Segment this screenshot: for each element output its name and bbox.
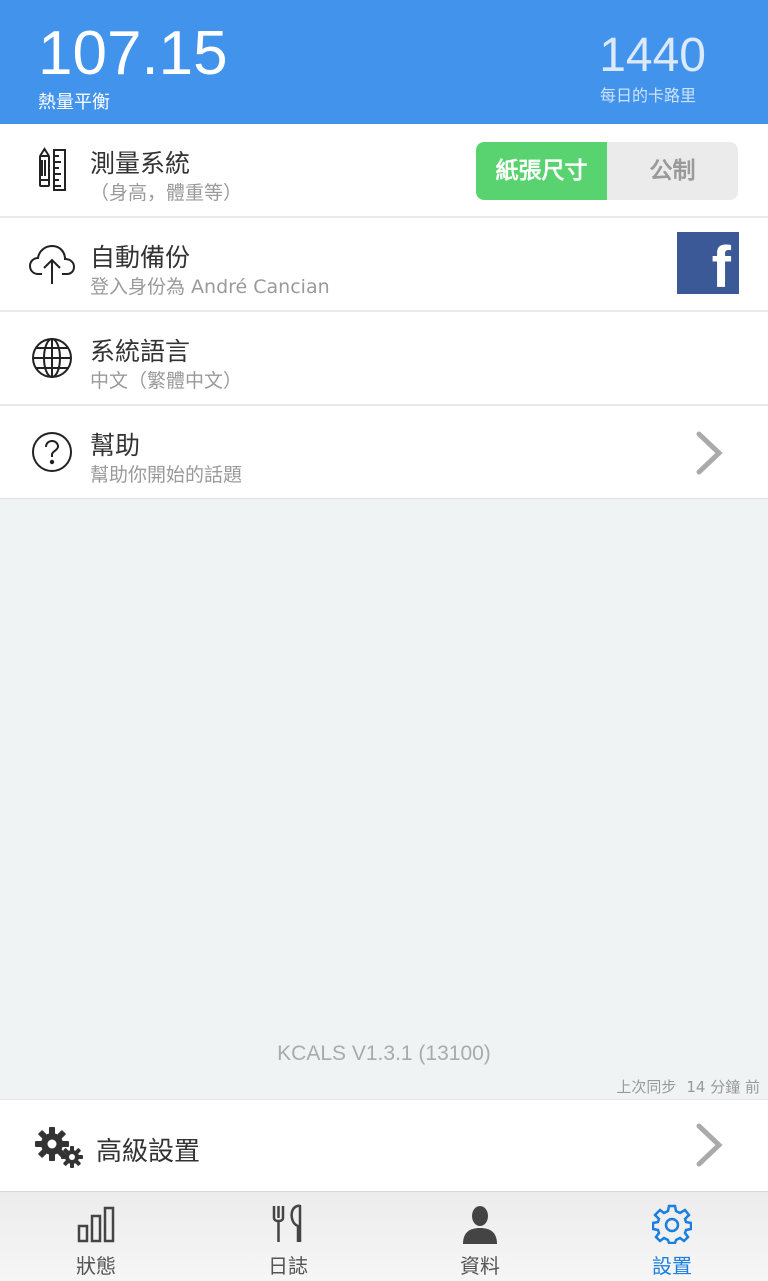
ruler-pencil-icon xyxy=(39,147,66,191)
measurement-system-row: 測量系統 （身高，體重等） 紙張尺寸 公制 xyxy=(0,124,768,218)
cloud-upload-icon xyxy=(28,244,76,284)
chevron-right-icon xyxy=(696,1123,723,1167)
utensils-icon xyxy=(272,1204,302,1242)
globe-icon xyxy=(32,338,72,378)
question-circle-icon xyxy=(32,432,72,472)
language-subtitle: 中文（繁體中文） xyxy=(90,370,243,392)
person-icon xyxy=(463,1206,497,1244)
auto-backup-title: 自動備份 xyxy=(90,243,191,272)
bottom-navigation: 狀態 日誌 資料 設置 xyxy=(0,1191,768,1281)
app-version: KCALS V1.3.1 (13100) xyxy=(277,1042,491,1065)
summary-header: 107.15 熱量平衡 1440 每日的卡路里 xyxy=(0,0,768,124)
measurement-system-subtitle: （身高，體重等） xyxy=(90,182,243,204)
unit-system-toggle[interactable]: 紙張尺寸 公制 xyxy=(476,142,738,200)
facebook-icon: f xyxy=(711,235,731,294)
last-sync-time: 14 分鐘 前 xyxy=(686,1078,760,1096)
help-title: 幫助 xyxy=(90,431,141,460)
chevron-right-icon xyxy=(696,431,723,475)
daily-calories-label: 每日的卡路里 xyxy=(599,86,696,105)
facebook-button[interactable]: f xyxy=(677,232,739,294)
nav-status[interactable]: 狀態 xyxy=(0,1192,192,1281)
nav-settings-label: 設置 xyxy=(652,1254,692,1278)
bar-chart-icon xyxy=(77,1206,115,1243)
nav-status-label: 狀態 xyxy=(76,1254,116,1278)
settings-list: 測量系統 （身高，體重等） 紙張尺寸 公制 自動備份 登入身份為 André C… xyxy=(0,124,768,499)
last-sync: 上次同步 14 分鐘 前 xyxy=(616,1076,760,1097)
language-title: 系統語言 xyxy=(90,337,191,366)
measurement-system-title: 測量系統 xyxy=(90,149,191,178)
daily-calories-value: 1440 xyxy=(599,29,706,82)
help-row[interactable]: 幫助 幫助你開始的話題 xyxy=(0,406,768,499)
nav-log-label: 日誌 xyxy=(268,1254,308,1278)
advanced-settings-row[interactable]: 高級設置 xyxy=(0,1099,768,1192)
calorie-balance-label: 熱量平衡 xyxy=(38,92,110,113)
auto-backup-subtitle: 登入身份為 André Cancian xyxy=(90,276,330,298)
nav-log[interactable]: 日誌 xyxy=(192,1192,384,1281)
nav-profile-label: 資料 xyxy=(460,1254,500,1278)
metric-option[interactable]: 公制 xyxy=(607,142,738,200)
calorie-balance-value: 107.15 xyxy=(38,19,228,88)
advanced-settings-title: 高級設置 xyxy=(96,1137,201,1167)
language-row[interactable]: 系統語言 中文（繁體中文） xyxy=(0,312,768,406)
nav-profile[interactable]: 資料 xyxy=(384,1192,576,1281)
last-sync-label: 上次同步 xyxy=(616,1078,677,1096)
gears-icon xyxy=(35,1127,83,1168)
nav-settings[interactable]: 設置 xyxy=(576,1192,768,1281)
imperial-option[interactable]: 紙張尺寸 xyxy=(476,142,607,200)
help-subtitle: 幫助你開始的話題 xyxy=(90,464,243,486)
gear-icon xyxy=(652,1204,692,1244)
auto-backup-row[interactable]: 自動備份 登入身份為 André Cancian f xyxy=(0,218,768,312)
